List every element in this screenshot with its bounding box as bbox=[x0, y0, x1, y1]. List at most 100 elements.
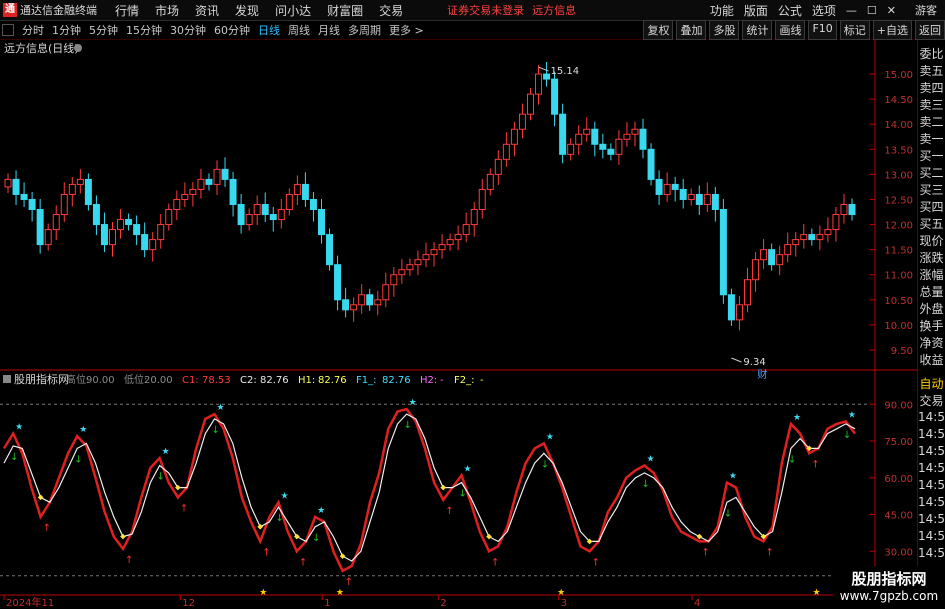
candle-body bbox=[326, 234, 334, 266]
guest-account[interactable]: 游客 bbox=[901, 2, 945, 18]
side-item-buy1[interactable]: 买一 bbox=[918, 148, 945, 165]
candle-body bbox=[374, 299, 382, 306]
candle-body bbox=[422, 254, 430, 261]
candle-body bbox=[253, 203, 261, 216]
menu-formula[interactable]: 公式 bbox=[773, 2, 807, 19]
login-notice-link[interactable]: 证券交易未登录 bbox=[447, 2, 524, 18]
candle-body bbox=[108, 229, 116, 246]
side-item-buy5[interactable]: 买五 bbox=[918, 216, 945, 233]
down-arrow-marker: ↓ bbox=[157, 472, 165, 483]
tool-draw-line-button[interactable]: 画线 bbox=[775, 20, 806, 40]
y-tick-label: 15.00 bbox=[884, 70, 913, 81]
side-item-buy3[interactable]: 买三 bbox=[918, 182, 945, 199]
period-tab-more[interactable]: 更多 > bbox=[385, 22, 428, 38]
candle-body bbox=[245, 214, 253, 226]
menu-item-trade[interactable]: 交易 bbox=[371, 2, 411, 19]
up-arrow-marker: ↑ bbox=[299, 557, 307, 568]
side-item-price[interactable]: 现价 bbox=[918, 233, 945, 250]
menu-function[interactable]: 功能 bbox=[705, 2, 739, 19]
x-tick-label: 4 bbox=[694, 598, 700, 609]
side-item-sell4[interactable]: 卖四 bbox=[918, 80, 945, 97]
side-item-net-asset[interactable]: 净资 bbox=[918, 335, 945, 352]
watermark-url: www.7gpzb.com bbox=[839, 589, 939, 603]
candle-body bbox=[599, 143, 607, 150]
app-logo-icon: 通 bbox=[3, 3, 17, 17]
tick-time: 14:56 bbox=[918, 512, 945, 526]
period-tab-5min[interactable]: 5分钟 bbox=[85, 22, 122, 38]
tool-add-watchlist-button[interactable]: +自选 bbox=[872, 20, 912, 40]
side-item-volume[interactable]: 总量 bbox=[918, 284, 945, 301]
close-icon[interactable]: ✕ bbox=[882, 4, 901, 17]
candle-body bbox=[133, 224, 141, 236]
down-arrow-marker: ↓ bbox=[276, 513, 284, 524]
candle-body bbox=[229, 178, 237, 205]
up-arrow-marker: ↑ bbox=[811, 459, 819, 470]
indicator-param-value: 82.76 bbox=[260, 375, 289, 386]
side-item-buy2[interactable]: 买二 bbox=[918, 165, 945, 182]
period-tab-60min[interactable]: 60分钟 bbox=[210, 22, 254, 38]
side-trade-label[interactable]: 交易 bbox=[918, 392, 945, 409]
peak-star-marker: ★ bbox=[464, 464, 472, 474]
peak-star-marker: ★ bbox=[409, 398, 417, 408]
period-tab-30min[interactable]: 30分钟 bbox=[166, 22, 210, 38]
minimize-icon[interactable]: — bbox=[841, 4, 862, 17]
tool-adjust-button[interactable]: 复权 bbox=[643, 20, 674, 40]
period-tab-monthly[interactable]: 月线 bbox=[314, 22, 344, 38]
side-item-sell2[interactable]: 卖二 bbox=[918, 114, 945, 131]
tool-mark-button[interactable]: 标记 bbox=[839, 20, 870, 40]
indicator-menu-icon[interactable] bbox=[3, 375, 11, 383]
panel-toggle-icon[interactable] bbox=[2, 24, 14, 36]
menu-item-news[interactable]: 资讯 bbox=[187, 2, 227, 19]
menu-options[interactable]: 选项 bbox=[807, 2, 841, 19]
candle-body bbox=[317, 209, 325, 236]
menu-item-quotes[interactable]: 行情 bbox=[107, 2, 147, 19]
up-arrow-marker: ↑ bbox=[43, 523, 51, 534]
tool-multi-stock-button[interactable]: 多股 bbox=[709, 20, 740, 40]
period-tab-weekly[interactable]: 周线 bbox=[284, 22, 314, 38]
period-tab-15min[interactable]: 15分钟 bbox=[122, 22, 166, 38]
indicator-param-value: 90.00 bbox=[86, 375, 115, 386]
side-item-earnings[interactable]: 收益 bbox=[918, 352, 945, 369]
side-item-weibi[interactable]: 委比 bbox=[918, 46, 945, 63]
period-tab-intraday[interactable]: 分时 bbox=[18, 22, 48, 38]
menu-item-wealth[interactable]: 财富圈 bbox=[319, 2, 371, 19]
up-arrow-marker: ↑ bbox=[491, 557, 499, 568]
candle-body bbox=[52, 214, 60, 231]
chart-area[interactable]: 远方信息(日线) 15.00 14.50 14.00 13.50 13.00 12.50 1… bbox=[0, 40, 917, 609]
main-panel-title: 远方信息(日线) bbox=[4, 41, 79, 55]
side-item-sell5[interactable]: 卖五 bbox=[918, 63, 945, 80]
side-item-change-pct[interactable]: 涨幅 bbox=[918, 267, 945, 284]
candle-body bbox=[631, 128, 639, 135]
candle-body bbox=[800, 234, 808, 241]
side-item-sell3[interactable]: 卖三 bbox=[918, 97, 945, 114]
menu-layout[interactable]: 版面 bbox=[739, 2, 773, 19]
side-item-sell1[interactable]: 卖一 bbox=[918, 131, 945, 148]
tool-overlay-button[interactable]: 叠加 bbox=[676, 20, 707, 40]
signal-star-marker: ★ bbox=[812, 588, 820, 598]
quote-side-panel: 委比 卖五 卖四 卖三 卖二 卖一 买一 买二 买三 买四 买五 现价 涨跌 涨… bbox=[917, 40, 945, 609]
menu-item-market[interactable]: 市场 bbox=[147, 2, 187, 19]
candle-body bbox=[430, 249, 438, 256]
period-tab-daily[interactable]: 日线 bbox=[254, 22, 284, 38]
candle-body bbox=[551, 78, 559, 115]
candle-body bbox=[711, 193, 719, 211]
tool-stats-button[interactable]: 统计 bbox=[742, 20, 773, 40]
side-auto-label[interactable]: 自动 bbox=[918, 375, 945, 392]
maximize-icon[interactable]: ☐ bbox=[862, 4, 882, 17]
side-item-outer[interactable]: 外盘 bbox=[918, 301, 945, 318]
tool-back-button[interactable]: 返回 bbox=[915, 20, 945, 40]
menu-item-discover[interactable]: 发现 bbox=[227, 2, 267, 19]
side-item-turnover[interactable]: 换手 bbox=[918, 318, 945, 335]
y-tick-label: 90.00 bbox=[884, 400, 913, 411]
period-tab-1min[interactable]: 1分钟 bbox=[48, 22, 85, 38]
period-tab-multi[interactable]: 多周期 bbox=[344, 22, 385, 38]
candle-body bbox=[824, 229, 832, 236]
side-item-buy4[interactable]: 买四 bbox=[918, 199, 945, 216]
candle-body bbox=[760, 249, 768, 261]
side-item-change[interactable]: 涨跌 bbox=[918, 250, 945, 267]
menu-item-ask[interactable]: 问小达 bbox=[267, 2, 319, 19]
x-tick-label: 12 bbox=[182, 598, 195, 609]
panel-menu-icon[interactable] bbox=[74, 44, 82, 52]
peak-star-marker: ★ bbox=[647, 455, 655, 465]
tool-f10-button[interactable]: F10 bbox=[808, 20, 837, 40]
